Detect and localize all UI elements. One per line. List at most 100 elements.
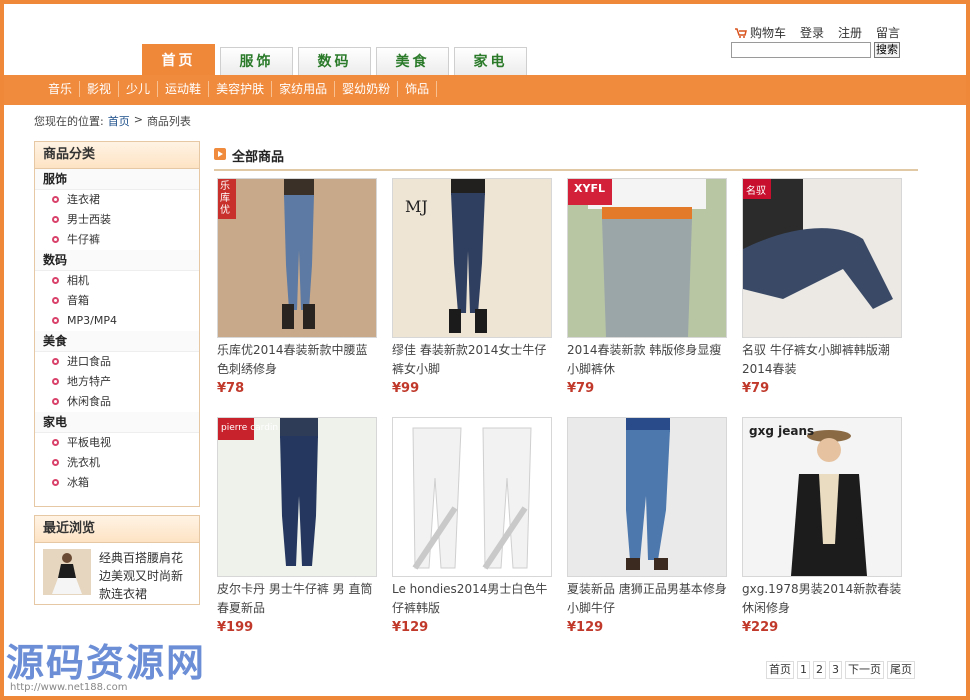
login-link[interactable]: 登录 [800, 24, 824, 41]
sidebar-item-local-specialty[interactable]: 地方特产 [35, 372, 199, 392]
watermark-url: http://www.net188.com [10, 682, 128, 693]
sidebar-group-apparel[interactable]: 服饰 [35, 169, 199, 190]
sidebar-item-imported-food[interactable]: 进口食品 [35, 352, 199, 372]
page-1[interactable]: 1 [797, 661, 810, 679]
product-name[interactable]: gxg.1978男装2014新款春装休闲修身 [742, 580, 902, 618]
product-image[interactable]: 乐库优 [217, 178, 377, 338]
bullet-icon [52, 479, 59, 486]
jeans-image [218, 179, 376, 337]
bullet-icon [52, 236, 59, 243]
bullet-icon [52, 378, 59, 385]
product-image[interactable]: 名驭 [742, 178, 902, 338]
tab-appliances[interactable]: 家电 [454, 47, 527, 75]
brand-badge: pierre cardin [221, 423, 279, 433]
brand-badge: gxg jeans [749, 424, 815, 438]
sidebar-item-snacks[interactable]: 休闲食品 [35, 392, 199, 412]
sidebar-item-label: 平板电视 [67, 436, 111, 449]
pagination: 首页 1 2 3 下一页 尾页 [766, 661, 915, 679]
sidebar-item-dress[interactable]: 连衣裙 [35, 190, 199, 210]
product-image[interactable] [392, 417, 552, 577]
product-name[interactable]: 2014春装新款 韩版修身显瘦小脚裤休 [567, 341, 727, 379]
section-header: 全部商品 [214, 145, 918, 171]
breadcrumb-home[interactable]: 首页 [108, 113, 130, 129]
search-button[interactable]: 搜索 [874, 42, 900, 58]
page-2[interactable]: 2 [813, 661, 826, 679]
sidebar-item-label: 牛仔裤 [67, 233, 100, 246]
breadcrumb: 您现在的位置: 首页 > 商品列表 [34, 113, 191, 129]
product-name[interactable]: 乐库优2014春装新款中腰蓝色刺绣修身 [217, 341, 377, 379]
sidebar-item-camera[interactable]: 相机 [35, 271, 199, 291]
recent-item-name[interactable]: 经典百搭腰肩花边美观又时尚新款连衣裙 [99, 549, 193, 603]
sidebar-item-mp3[interactable]: MP3/MP4 [35, 311, 199, 331]
search-input[interactable] [731, 42, 871, 58]
product-card[interactable]: 乐库优 乐库优2014春装新款中腰蓝色刺绣修身 ¥78 [217, 178, 377, 396]
category-baby-formula[interactable]: 婴幼奶粉 [335, 81, 399, 97]
sidebar-categories: 商品分类 服饰 连衣裙 男士西装 牛仔裤 数码 相机 音箱 MP3/MP4 美食… [34, 141, 200, 507]
product-price: ¥99 [392, 381, 420, 396]
product-name[interactable]: 名驭 牛仔裤女小脚裤韩版潮2014春装 [742, 341, 902, 379]
breadcrumb-prefix: 您现在的位置: [34, 115, 104, 128]
tab-apparel[interactable]: 服饰 [220, 47, 293, 75]
recent-title: 最近浏览 [35, 516, 199, 543]
sidebar-item-label: 男士西装 [67, 213, 111, 226]
sidebar-group-appliances[interactable]: 家电 [35, 412, 199, 433]
message-link[interactable]: 留言 [876, 24, 900, 41]
product-image[interactable] [567, 417, 727, 577]
page-last[interactable]: 尾页 [887, 661, 915, 679]
tab-food[interactable]: 美食 [376, 47, 449, 75]
product-card[interactable]: gxg jeans gxg.1978男装2014新款春装休闲修身 ¥229 [742, 417, 902, 635]
jeans-image [393, 418, 551, 576]
brand-badge: XYFL [574, 182, 605, 195]
category-music[interactable]: 音乐 [44, 81, 81, 97]
sidebar-item-fridge[interactable]: 冰箱 [35, 473, 199, 493]
main-nav-tabs: 首页 服饰 数码 美食 家电 [142, 44, 527, 75]
cart-label: 购物车 [750, 26, 787, 40]
sidebar-item-speaker[interactable]: 音箱 [35, 291, 199, 311]
category-sneakers[interactable]: 运动鞋 [158, 81, 210, 97]
sidebar-item-label: 地方特产 [67, 375, 111, 388]
product-name[interactable]: 缪佳 春装新款2014女士牛仔裤女小脚 [392, 341, 552, 379]
section-title: 全部商品 [232, 150, 285, 165]
category-film[interactable]: 影视 [80, 81, 120, 97]
product-image[interactable]: gxg jeans [742, 417, 902, 577]
bullet-icon [52, 297, 59, 304]
product-card[interactable]: Le hondies2014男士白色牛仔裤韩版 ¥129 [392, 417, 552, 635]
cart-link[interactable]: 购物车 [735, 24, 786, 41]
tab-home[interactable]: 首页 [142, 44, 215, 75]
sidebar-title: 商品分类 [35, 142, 199, 169]
register-link[interactable]: 注册 [838, 24, 862, 41]
sidebar-recent: 最近浏览 经典百搭腰肩花边美观又时尚新款连衣裙 [34, 515, 200, 605]
brand-badge: MJ [405, 197, 428, 216]
category-bedding[interactable]: 家纺用品 [272, 81, 336, 97]
bullet-icon [52, 317, 59, 324]
product-card[interactable]: XYFL 2014春装新款 韩版修身显瘦小脚裤休 ¥79 [567, 178, 727, 396]
recent-thumbnail[interactable] [43, 549, 91, 595]
sidebar-group-food[interactable]: 美食 [35, 331, 199, 352]
sidebar-item-suit[interactable]: 男士西装 [35, 210, 199, 230]
product-name[interactable]: 夏装新品 唐狮正品男基本修身小脚牛仔 [567, 580, 727, 618]
tab-digital[interactable]: 数码 [298, 47, 371, 75]
sidebar-item-label: 休闲食品 [67, 395, 111, 408]
sidebar-group-digital[interactable]: 数码 [35, 250, 199, 271]
sidebar-item-washer[interactable]: 洗衣机 [35, 453, 199, 473]
sidebar-item-jeans[interactable]: 牛仔裤 [35, 230, 199, 250]
sidebar-item-tv[interactable]: 平板电视 [35, 433, 199, 453]
product-image[interactable]: MJ [392, 178, 552, 338]
page-next[interactable]: 下一页 [845, 661, 884, 679]
page-first[interactable]: 首页 [766, 661, 794, 679]
category-beauty[interactable]: 美容护肤 [209, 81, 273, 97]
product-card[interactable]: MJ 缪佳 春装新款2014女士牛仔裤女小脚 ¥99 [392, 178, 552, 396]
product-image[interactable]: pierre cardin [217, 417, 377, 577]
product-card[interactable]: 名驭 名驭 牛仔裤女小脚裤韩版潮2014春装 ¥79 [742, 178, 902, 396]
category-links: 音乐 影视 少儿 运动鞋 美容护肤 家纺用品 婴幼奶粉 饰品 [44, 81, 438, 97]
category-accessories[interactable]: 饰品 [398, 81, 438, 97]
category-kids[interactable]: 少儿 [119, 81, 159, 97]
page-3[interactable]: 3 [829, 661, 842, 679]
recent-item[interactable]: 经典百搭腰肩花边美观又时尚新款连衣裙 [35, 543, 199, 607]
product-name[interactable]: 皮尔卡丹 男士牛仔裤 男 直筒 春夏新品 [217, 580, 377, 618]
product-image[interactable]: XYFL [567, 178, 727, 338]
product-card[interactable]: pierre cardin 皮尔卡丹 男士牛仔裤 男 直筒 春夏新品 ¥199 [217, 417, 377, 635]
product-card[interactable]: 夏装新品 唐狮正品男基本修身小脚牛仔 ¥129 [567, 417, 727, 635]
bullet-icon [52, 216, 59, 223]
product-name[interactable]: Le hondies2014男士白色牛仔裤韩版 [392, 580, 552, 618]
